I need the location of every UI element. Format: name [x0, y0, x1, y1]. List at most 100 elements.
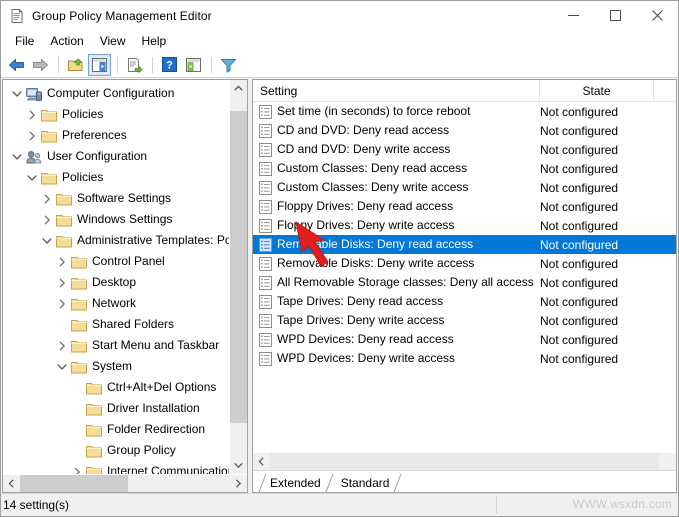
up-one-level-button[interactable] [64, 54, 87, 76]
filter-button[interactable] [217, 54, 240, 76]
menu-file[interactable]: File [7, 32, 42, 51]
list-hscroll-track[interactable] [270, 453, 659, 470]
tree-item-label: Policies [62, 107, 104, 121]
policy-setting-icon [258, 351, 272, 366]
folder-icon [55, 191, 72, 207]
tree-hscroll-track[interactable] [20, 475, 230, 492]
folder-icon [70, 317, 87, 333]
tree-item-internet-communication-m[interactable]: Internet Communication M [3, 461, 247, 474]
tree-item-computer-configuration[interactable]: Computer Configuration [3, 83, 247, 104]
gpedit-window: Group Policy Management Editor File Acti… [0, 0, 679, 517]
table-row[interactable]: Custom Classes: Deny write access Not con… [253, 178, 676, 197]
table-row[interactable]: Tape Drives: Deny read access Not configu… [253, 292, 676, 311]
title-bar: Group Policy Management Editor [1, 1, 678, 30]
state-cell: Not configured [540, 294, 619, 309]
tree-item-system[interactable]: System [3, 356, 247, 377]
help-button[interactable]: ? [158, 54, 181, 76]
chevron-right-icon[interactable] [54, 296, 70, 312]
scroll-up-button[interactable] [230, 80, 247, 97]
close-button[interactable] [636, 1, 678, 30]
table-row[interactable]: WPD Devices: Deny write access Not config… [253, 349, 676, 368]
chevron-right-icon[interactable] [69, 464, 85, 474]
tree-item-driver-installation[interactable]: Driver Installation [3, 398, 247, 419]
table-row[interactable]: CD and DVD: Deny write access Not configu… [253, 140, 676, 159]
setting-name: Removable Disks: Deny write access [277, 256, 475, 270]
setting-name: Custom Classes: Deny read access [277, 161, 468, 175]
chevron-down-icon[interactable] [54, 359, 70, 375]
tree-item-preferences[interactable]: Preferences [3, 125, 247, 146]
table-row[interactable]: Tape Drives: Deny write access Not config… [253, 311, 676, 330]
table-row[interactable]: CD and DVD: Deny read access Not configur… [253, 121, 676, 140]
table-row[interactable]: All Removable Storage classes: Deny all … [253, 273, 676, 292]
chevron-right-icon[interactable] [39, 191, 55, 207]
table-row[interactable]: Custom Classes: Deny read access Not conf… [253, 159, 676, 178]
tree-item-user-configuration[interactable]: User Configuration [3, 146, 247, 167]
table-row[interactable]: Floppy Drives: Deny write access Not conf… [253, 216, 676, 235]
tree-horizontal-scrollbar[interactable] [3, 474, 247, 492]
tree-item-shared-folders[interactable]: Shared Folders [3, 314, 247, 335]
list-horizontal-scrollbar[interactable] [253, 452, 676, 470]
folder-icon [85, 422, 102, 438]
tree-scroll-track[interactable] [230, 97, 247, 457]
chevron-down-icon[interactable] [24, 170, 40, 186]
show-hide-tree-button[interactable] [88, 53, 111, 76]
column-header-state[interactable]: State [540, 80, 654, 101]
chevron-right-icon[interactable] [54, 254, 70, 270]
chevron-down-icon[interactable] [9, 149, 25, 165]
list-hscroll-thumb[interactable] [270, 453, 659, 470]
menu-action[interactable]: Action [42, 32, 91, 51]
list-scroll-right-button[interactable] [659, 453, 676, 470]
chevron-right-icon[interactable] [39, 212, 55, 228]
table-row[interactable]: Removable Disks: Deny write access Not co… [253, 254, 676, 273]
scroll-down-button[interactable] [230, 457, 247, 474]
scroll-left-button[interactable] [3, 475, 20, 492]
tree-item-policies[interactable]: Policies [3, 104, 247, 125]
twisty-placeholder [54, 317, 70, 333]
chevron-right-icon[interactable] [24, 107, 40, 123]
tree-item-ctrl-alt-del-options[interactable]: Ctrl+Alt+Del Options [3, 377, 247, 398]
scroll-right-button[interactable] [230, 475, 247, 492]
view-tabs: Extended Standard [253, 470, 676, 492]
folder-icon [85, 380, 102, 396]
setting-name: WPD Devices: Deny write access [277, 351, 456, 365]
menu-help[interactable]: Help [134, 32, 175, 51]
list-scroll-left-button[interactable] [253, 453, 270, 470]
table-row[interactable]: Floppy Drives: Deny read access Not confi… [253, 197, 676, 216]
minimize-button[interactable] [552, 1, 594, 30]
table-row[interactable]: WPD Devices: Deny read access Not configu… [253, 330, 676, 349]
maximize-button[interactable] [594, 1, 636, 30]
forward-button[interactable] [29, 54, 52, 76]
tab-extended[interactable]: Extended [258, 474, 334, 492]
tree-item-windows-settings[interactable]: Windows Settings [3, 209, 247, 230]
chevron-down-icon[interactable] [9, 86, 25, 102]
tree-item-administrative-templates-policy-de[interactable]: Administrative Templates: Policy de [3, 230, 247, 251]
table-row[interactable]: Removable Disks: Deny read access Not con… [253, 235, 676, 254]
chevron-down-icon[interactable] [39, 233, 55, 249]
show-action-pane-button[interactable] [182, 54, 205, 76]
back-button[interactable] [5, 54, 28, 76]
export-list-button[interactable] [123, 54, 146, 76]
tree-item-folder-redirection[interactable]: Folder Redirection [3, 419, 247, 440]
menu-view[interactable]: View [92, 32, 134, 51]
chevron-right-icon[interactable] [54, 338, 70, 354]
column-header-setting[interactable]: Setting [253, 80, 540, 101]
tree-item-network[interactable]: Network [3, 293, 247, 314]
tree-hscroll-thumb[interactable] [20, 475, 128, 492]
tree-item-label: Start Menu and Taskbar [92, 338, 220, 352]
chevron-right-icon[interactable] [54, 275, 70, 291]
folder-icon [85, 464, 102, 474]
tree-vertical-scrollbar[interactable] [229, 80, 247, 474]
table-row[interactable]: Set time (in seconds) to force reboot Not… [253, 102, 676, 121]
chevron-right-icon[interactable] [24, 128, 40, 144]
state-cell: Not configured [540, 180, 619, 195]
tree-item-control-panel[interactable]: Control Panel [3, 251, 247, 272]
policy-setting-icon [258, 123, 272, 138]
tree-scroll-thumb[interactable] [230, 111, 247, 423]
tab-standard[interactable]: Standard [330, 474, 402, 492]
tree-item-desktop[interactable]: Desktop [3, 272, 247, 293]
tree-item-group-policy[interactable]: Group Policy [3, 440, 247, 461]
tree-item-start-menu-and-taskbar[interactable]: Start Menu and Taskbar [3, 335, 247, 356]
tree-item-software-settings[interactable]: Software Settings [3, 188, 247, 209]
tree-item-policies[interactable]: Policies [3, 167, 247, 188]
setting-name: WPD Devices: Deny read access [277, 332, 454, 346]
